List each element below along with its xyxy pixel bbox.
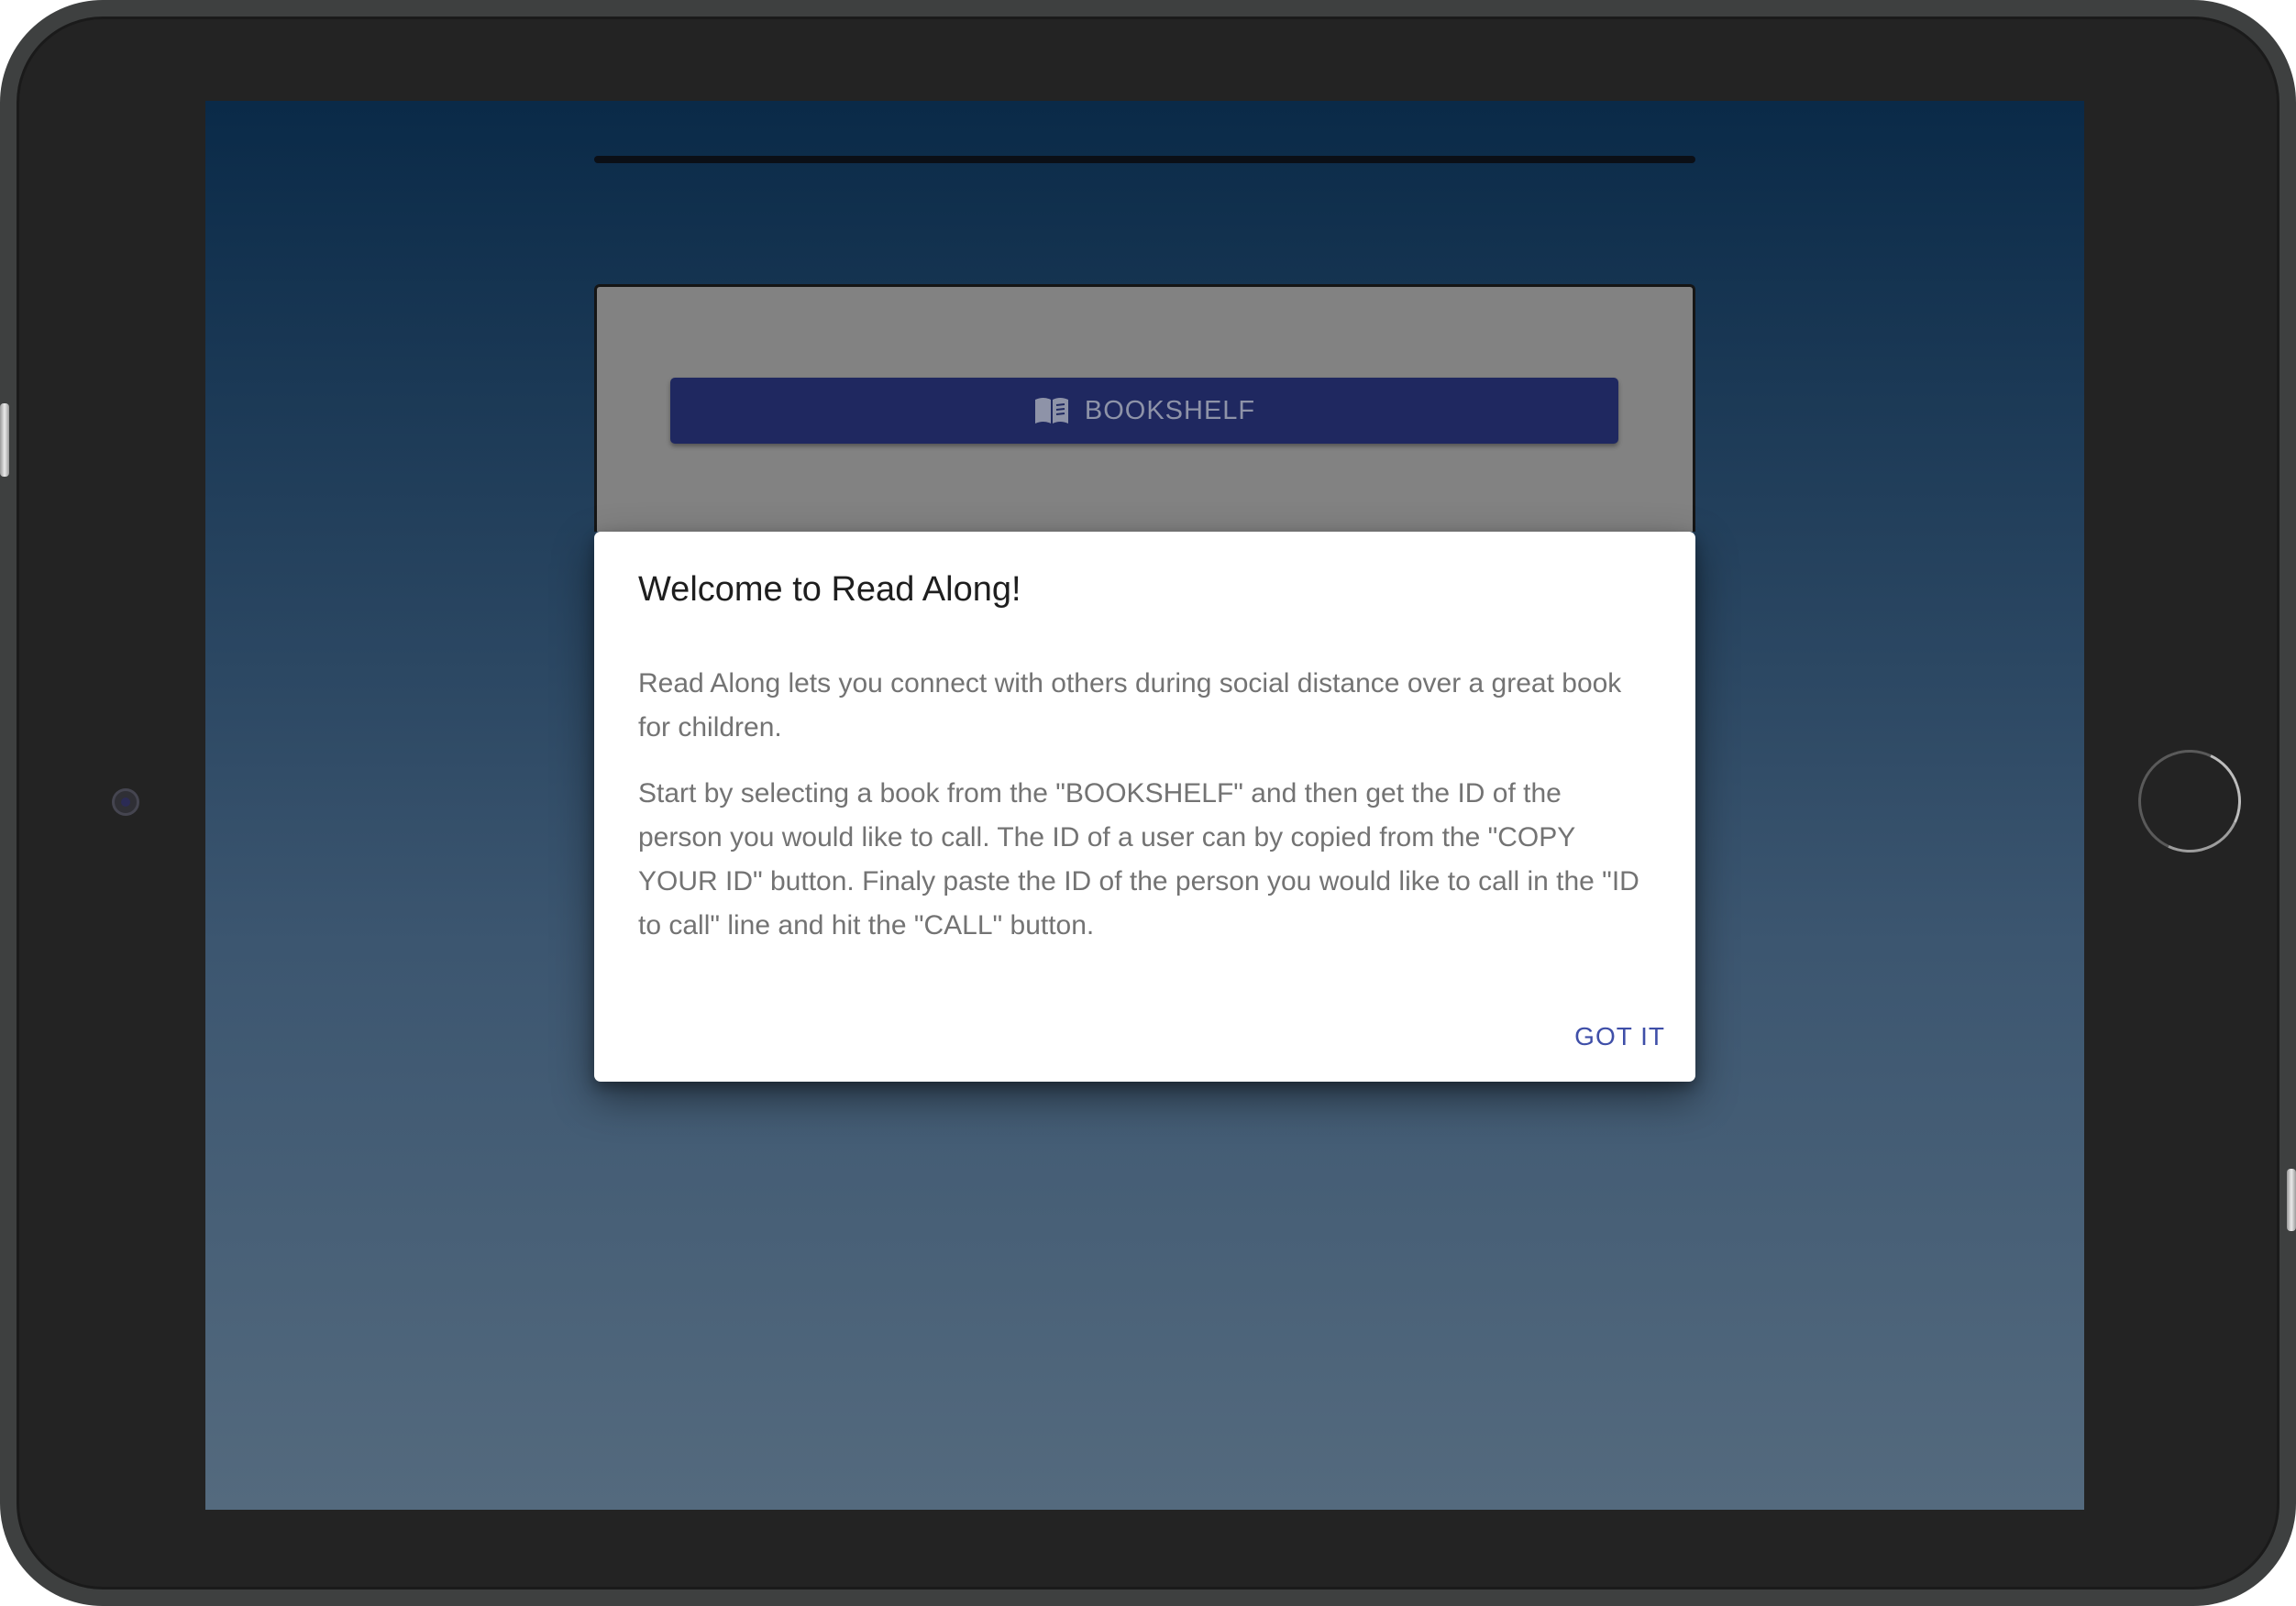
header-divider (594, 156, 1695, 163)
dialog-actions: GOT IT (1574, 1022, 1665, 1051)
open-book-icon (1033, 395, 1070, 426)
bookshelf-button[interactable]: BOOKSHELF (670, 378, 1618, 444)
front-camera (112, 788, 139, 816)
app-screen: BOOKSHELF Welcome to Read Along! Read Al… (205, 101, 2084, 1510)
got-it-button[interactable]: GOT IT (1574, 1022, 1665, 1051)
bookshelf-label: BOOKSHELF (1084, 395, 1256, 425)
dialog-body: Read Along lets you connect with others … (638, 662, 1651, 948)
volume-button (0, 403, 9, 477)
power-button (2287, 1169, 2296, 1231)
main-panel: BOOKSHELF (594, 284, 1695, 532)
dialog-paragraph: Start by selecting a book from the "BOOK… (638, 778, 1639, 940)
dialog-paragraph: Read Along lets you connect with others … (638, 668, 1622, 742)
dialog-title: Welcome to Read Along! (638, 570, 1021, 609)
welcome-dialog: Welcome to Read Along! Read Along lets y… (594, 532, 1695, 1082)
